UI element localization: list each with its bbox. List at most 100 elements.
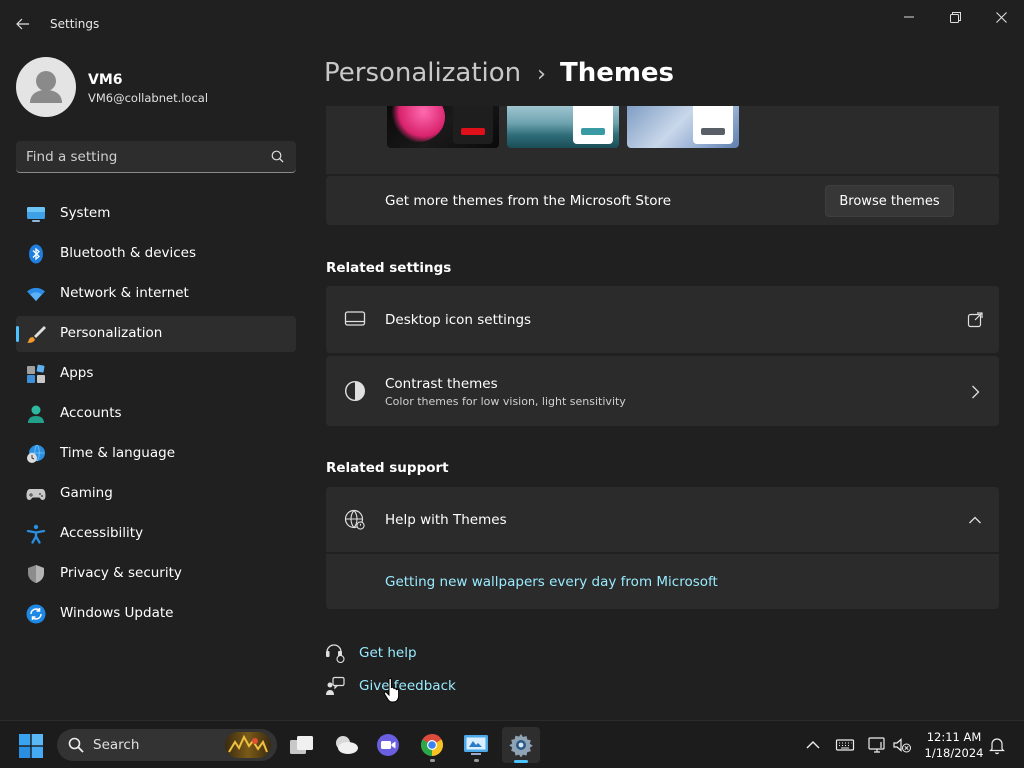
- theme-thumbnail-lake[interactable]: [507, 106, 619, 148]
- sidebar-item-accounts[interactable]: Accounts: [16, 396, 296, 432]
- theme-thumbnail-bloom[interactable]: [627, 106, 739, 148]
- sidebar-item-windows-update[interactable]: Windows Update: [16, 596, 296, 632]
- sidebar-item-accessibility[interactable]: Accessibility: [16, 516, 296, 552]
- keyboard-icon[interactable]: [835, 735, 855, 755]
- monitor-icon: [27, 207, 45, 222]
- sidebar-item-label: Bluetooth & devices: [60, 245, 197, 261]
- clock[interactable]: 12:11 AM 1/18/2024: [918, 729, 990, 761]
- sidebar-item-label: Time & language: [60, 445, 176, 461]
- browse-themes-button[interactable]: Browse themes: [825, 185, 954, 217]
- related-support-heading: Related support: [326, 460, 449, 476]
- running-indicator: [430, 759, 435, 762]
- theme-color-chip: [453, 106, 493, 144]
- close-button[interactable]: [978, 4, 1024, 30]
- running-indicator: [474, 759, 479, 762]
- minimize-icon: [904, 16, 914, 18]
- task-view-button[interactable]: [283, 727, 321, 763]
- theme-color-chip: [693, 106, 733, 144]
- chevron-up-icon: [969, 516, 981, 524]
- back-button[interactable]: [10, 12, 36, 36]
- help-with-themes-header[interactable]: Help with Themes: [326, 487, 999, 552]
- store-text: Get more themes from the Microsoft Store: [385, 193, 672, 209]
- network-monitor-icon[interactable]: [867, 735, 887, 755]
- notification-bell-icon[interactable]: [987, 735, 1007, 755]
- volume-muted-icon[interactable]: [892, 735, 912, 755]
- sidebar-item-bluetooth[interactable]: Bluetooth & devices: [16, 236, 296, 272]
- sidebar-item-network[interactable]: Network & internet: [16, 276, 296, 312]
- taskbar-search-label: Search: [93, 737, 140, 753]
- profile-email: VM6@collabnet.local: [88, 91, 209, 105]
- sidebar-item-personalization[interactable]: Personalization: [16, 316, 296, 352]
- person-icon: [28, 405, 44, 423]
- app-title: Settings: [50, 17, 100, 31]
- sidebar-item-label: System: [60, 205, 111, 221]
- apps-icon: [27, 364, 45, 383]
- find-setting-box[interactable]: [16, 141, 296, 173]
- desktop-icon-settings-row[interactable]: Desktop icon settings: [326, 286, 999, 353]
- store-row: Get more themes from the Microsoft Store…: [326, 176, 999, 225]
- user-silhouette-icon: [30, 71, 62, 103]
- contrast-icon: [344, 380, 366, 402]
- give-feedback-link[interactable]: Give feedback: [359, 678, 456, 694]
- theme-color-chip: [573, 106, 613, 144]
- hand-cursor-icon: [383, 677, 400, 703]
- globe-icon: [344, 509, 365, 530]
- sidebar-item-label: Network & internet: [60, 285, 189, 301]
- breadcrumb-parent[interactable]: Personalization: [324, 58, 521, 88]
- minimize-button[interactable]: [886, 4, 932, 30]
- shield-icon: [28, 565, 44, 583]
- title-bar: Settings: [0, 0, 1024, 48]
- task-view-icon: [290, 736, 313, 754]
- taskbar-app-settings[interactable]: [502, 727, 540, 763]
- taskbar-app-onedrive[interactable]: [327, 727, 365, 763]
- help-with-themes-content: Getting new wallpapers every day from Mi…: [326, 554, 999, 609]
- windows-start-icon[interactable]: [19, 734, 43, 758]
- paintbrush-icon: [27, 326, 46, 343]
- sidebar-item-label: Accessibility: [60, 525, 144, 541]
- accessibility-icon: [26, 524, 46, 544]
- avatar[interactable]: [16, 57, 76, 117]
- wifi-icon: [27, 287, 45, 301]
- taskbar-app-remote-desktop[interactable]: [457, 727, 495, 763]
- sidebar-item-system[interactable]: System: [16, 196, 296, 232]
- sidebar-item-apps[interactable]: Apps: [16, 356, 296, 392]
- taskbar: Search 12:11 AM 1/18/2024: [0, 720, 1024, 768]
- taskbar-search[interactable]: Search: [57, 729, 277, 761]
- sidebar-item-time-language[interactable]: Time & language: [16, 436, 296, 472]
- contrast-themes-row[interactable]: Contrast themes Color themes for low vis…: [326, 356, 999, 426]
- sidebar-item-label: Personalization: [60, 325, 163, 341]
- search-icon: [68, 737, 84, 753]
- taskbar-app-teams[interactable]: [369, 727, 407, 763]
- restore-icon: [949, 11, 961, 23]
- chevron-right-icon: [972, 385, 980, 399]
- profile-name: VM6: [88, 72, 123, 88]
- clock-time: 12:11 AM: [926, 730, 982, 744]
- sync-icon: [26, 604, 46, 624]
- page-title: Themes: [559, 58, 675, 88]
- find-setting-input[interactable]: [26, 147, 266, 167]
- wallpapers-link[interactable]: Getting new wallpapers every day from Mi…: [385, 574, 718, 590]
- sidebar-item-gaming[interactable]: Gaming: [16, 476, 296, 512]
- restore-button[interactable]: [932, 4, 978, 30]
- theme-gallery: [326, 106, 999, 174]
- remote-desktop-icon: [464, 735, 488, 755]
- arrow-left-icon: [16, 18, 29, 30]
- chevron-up-icon[interactable]: [803, 735, 823, 755]
- clock-date: 1/18/2024: [924, 746, 984, 760]
- taskbar-app-chrome[interactable]: [413, 727, 451, 763]
- sidebar-item-privacy[interactable]: Privacy & security: [16, 556, 296, 592]
- chrome-icon: [421, 734, 443, 756]
- theme-thumbnail-glow[interactable]: [387, 106, 499, 148]
- contrast-themes-subtitle: Color themes for low vision, light sensi…: [385, 395, 626, 408]
- get-help-icon: [326, 644, 345, 663]
- help-with-themes-title: Help with Themes: [385, 512, 507, 528]
- contrast-themes-title: Contrast themes: [385, 376, 498, 392]
- video-chat-icon: [377, 734, 399, 756]
- desktop-icon: [344, 311, 366, 326]
- close-icon: [995, 11, 1007, 23]
- search-icon[interactable]: [271, 150, 284, 163]
- related-settings-heading: Related settings: [326, 260, 452, 276]
- search-highlight-icon: [225, 732, 271, 758]
- get-help-link[interactable]: Get help: [359, 645, 417, 661]
- sidebar-item-label: Apps: [60, 365, 94, 381]
